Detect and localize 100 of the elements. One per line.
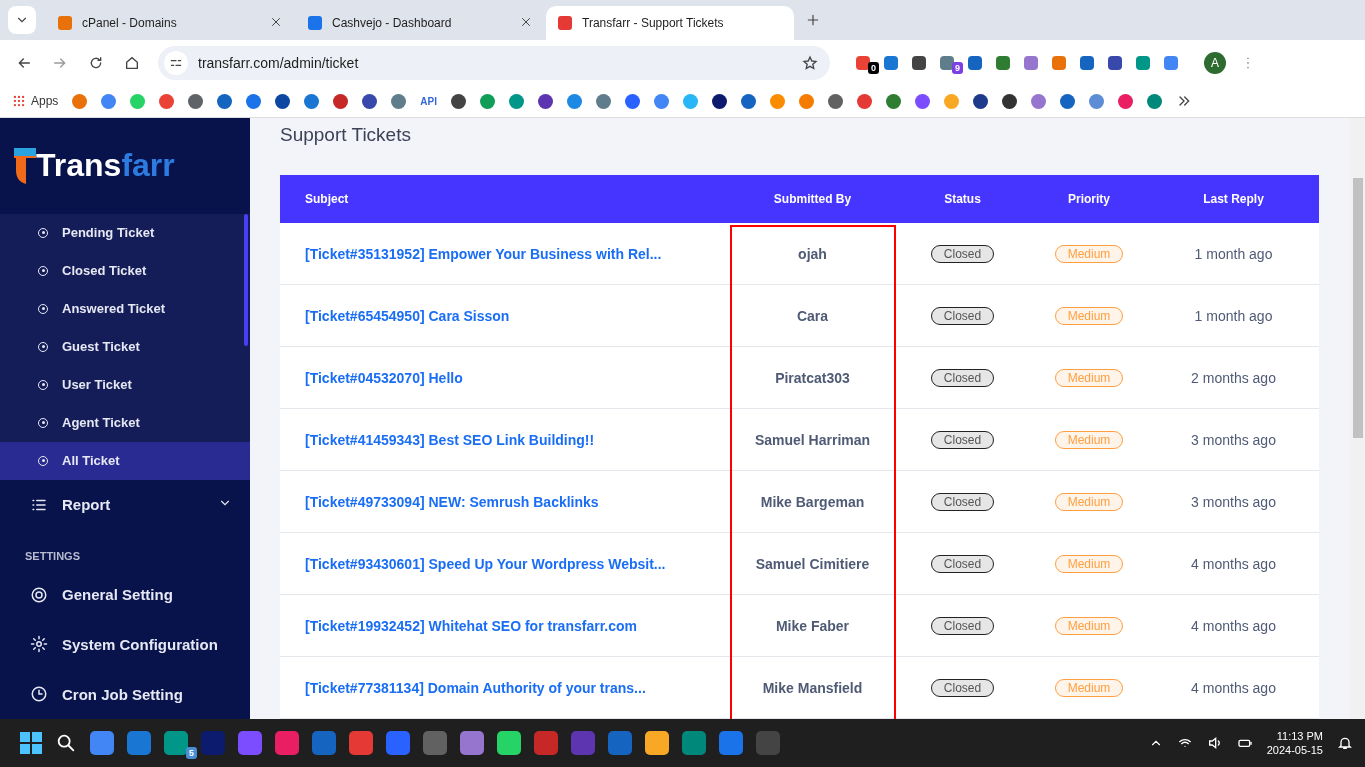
status-badge: Closed: [930, 244, 995, 263]
taskbar-app-icon[interactable]: [164, 731, 188, 755]
ticket-link[interactable]: [Ticket#49733094] NEW: Semrush Backlinks: [280, 493, 730, 510]
browser-tab[interactable]: Cashvejo - Dashboard: [296, 6, 544, 40]
grid-icon: [12, 94, 26, 108]
count-badge: 0: [868, 61, 879, 74]
sidebar-item[interactable]: Pending Ticket: [0, 213, 250, 252]
favicon-icon: [58, 16, 72, 30]
column-header: Priority: [1067, 192, 1111, 206]
star-icon[interactable]: [802, 54, 818, 71]
bookmark-icon[interactable]: [275, 93, 291, 109]
apps-shortcut[interactable]: Apps: [12, 94, 59, 108]
bookmark-icon[interactable]: [712, 93, 728, 109]
bookmark-link[interactable]: API: [420, 95, 438, 107]
ticket-link[interactable]: [Ticket#19932452] Whitehat SEO for transfarr.com: [280, 617, 730, 634]
table-cell: ojah: [798, 245, 827, 262]
clock-icon: [30, 685, 48, 704]
browser-tab[interactable]: cPanel - Domains: [46, 6, 294, 40]
sidebar-item[interactable]: System Configuration: [0, 619, 250, 670]
logo-mark-icon: [14, 145, 36, 186]
sidebar-item[interactable]: Agent Ticket: [0, 403, 250, 442]
address-bar[interactable]: transfarr.com/admin/ticket: [158, 45, 830, 80]
taskbar-app-icon[interactable]: [349, 731, 373, 755]
scrollbar-thumb[interactable]: [1352, 178, 1363, 438]
status-badge: Closed: [930, 430, 995, 449]
taskbar-app-icon[interactable]: [90, 731, 114, 755]
taskbar-app-icon[interactable]: [275, 731, 299, 755]
table-cell: 2 months ago: [1191, 369, 1276, 386]
priority-badge: Medium: [1054, 306, 1124, 325]
ticket-link[interactable]: [Ticket#04532070] Hello: [280, 369, 730, 386]
table-cell: Piratcat303: [775, 369, 850, 386]
search-icon[interactable]: [55, 732, 77, 754]
home-icon[interactable]: [124, 54, 140, 71]
clock-time[interactable]: 11:13 PM: [1276, 730, 1323, 742]
sidebar-item[interactable]: Cron Job Setting: [0, 669, 250, 720]
sidebar-item[interactable]: All Ticket: [0, 441, 250, 480]
bell-icon[interactable]: [1337, 735, 1353, 751]
table-cell: 4 months ago: [1191, 617, 1276, 634]
sidebar-item[interactable]: General Setting: [0, 569, 250, 620]
taskbar-app-icon[interactable]: [682, 731, 706, 755]
extension-icon[interactable]: [912, 55, 926, 70]
taskbar-app-icon[interactable]: [238, 731, 262, 755]
taskbar-app-icon[interactable]: [460, 731, 484, 755]
priority-badge: Medium: [1054, 430, 1124, 449]
sidebar-item[interactable]: Closed Ticket: [0, 251, 250, 290]
bookmark-icon[interactable]: [828, 93, 844, 109]
logo-text: farr: [121, 147, 175, 185]
bookmark-icon[interactable]: [973, 93, 989, 109]
bookmark-icon[interactable]: [1002, 93, 1018, 109]
taskbar-app-icon[interactable]: [127, 731, 151, 755]
taskbar-app-icon[interactable]: [386, 731, 410, 755]
column-header: Subject: [304, 192, 350, 206]
status-badge: Closed: [930, 306, 995, 325]
priority-badge: Medium: [1054, 678, 1124, 697]
table-cell: 4 months ago: [1191, 679, 1276, 696]
status-badge: Closed: [930, 616, 995, 635]
favicon-icon: [558, 16, 572, 30]
table-cell: Mike Mansfield: [762, 679, 863, 696]
extension-icon[interactable]: [856, 55, 870, 70]
favicon-icon: [308, 16, 322, 30]
windows-start-icon[interactable]: [20, 732, 42, 754]
taskbar-app-icon[interactable]: [497, 731, 521, 755]
bookmark-icon[interactable]: [188, 93, 204, 109]
bookmark-icon[interactable]: [451, 93, 467, 109]
table-cell: 1 month ago: [1194, 245, 1273, 262]
ticket-link[interactable]: [Ticket#77381134] Domain Authority of your trans...: [280, 679, 730, 696]
sidebar-item[interactable]: Report: [0, 479, 250, 530]
status-badge: Closed: [930, 678, 995, 697]
column-header: Status: [943, 192, 982, 206]
speaker-icon: [1206, 735, 1223, 751]
table-cell: Samuel Cimitiere: [755, 555, 870, 572]
priority-badge: Medium: [1054, 554, 1124, 573]
scrollbar-thumb[interactable]: [244, 213, 248, 346]
status-badge: Closed: [930, 554, 995, 573]
taskbar-app-icon[interactable]: [645, 731, 669, 755]
plus-icon[interactable]: [806, 13, 820, 27]
sidebar-item[interactable]: User Ticket: [0, 365, 250, 404]
table-cell: Mike Bargeman: [760, 493, 865, 510]
profile-avatar[interactable]: A: [1204, 51, 1226, 74]
sidebar-item[interactable]: Answered Ticket: [0, 289, 250, 328]
ticket-link[interactable]: [Ticket#41459343] Best SEO Link Building!!: [280, 431, 730, 448]
sidebar-item[interactable]: Guest Ticket: [0, 327, 250, 366]
ticket-link[interactable]: [Ticket#93430601] Speed Up Your Wordpress Websit...: [280, 555, 730, 572]
ticket-link[interactable]: [Ticket#35131952] Empower Your Business with Rel...: [280, 245, 730, 262]
column-header: Submitted By: [772, 192, 853, 206]
reload-icon[interactable]: [88, 54, 104, 71]
priority-badge: Medium: [1054, 492, 1124, 511]
bookmark-icon[interactable]: [538, 93, 554, 109]
ticket-link[interactable]: [Ticket#65454950] Cara Sisson: [280, 307, 730, 324]
priority-badge: Medium: [1054, 244, 1124, 263]
status-badge: Closed: [930, 492, 995, 511]
column-header: Last Reply: [1202, 192, 1265, 206]
taskbar-app-icon[interactable]: [719, 731, 743, 755]
bookmark-icon[interactable]: [362, 93, 378, 109]
priority-badge: Medium: [1054, 368, 1124, 387]
browser-tab[interactable]: Transfarr - Support Tickets: [546, 6, 794, 40]
count-badge: 5: [186, 747, 197, 759]
clock-date[interactable]: 2024-05-15: [1266, 744, 1323, 756]
section-heading: SETTINGS: [24, 548, 81, 564]
extension-icon[interactable]: [1108, 55, 1122, 70]
